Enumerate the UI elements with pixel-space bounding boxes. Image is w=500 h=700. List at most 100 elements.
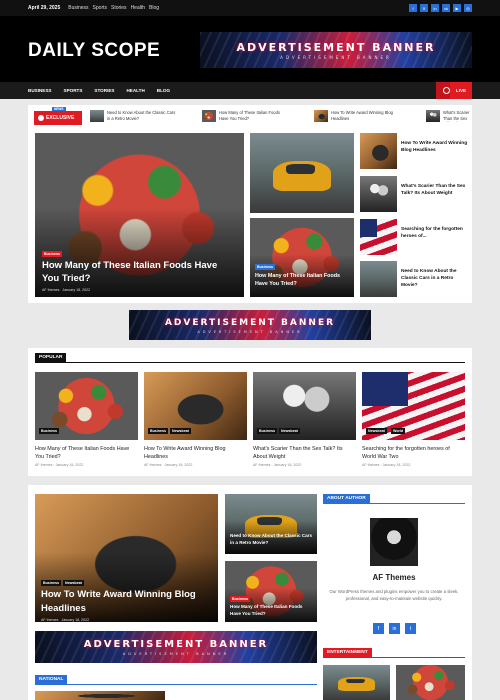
card-image[interactable]: Business Newsbeat	[253, 372, 356, 440]
side-list-item[interactable]: Need to Know About the Classic Cars in a…	[360, 261, 470, 299]
vk-icon[interactable]: vk	[442, 4, 450, 12]
author-title[interactable]: AF Themes	[323, 573, 465, 582]
ticker-thumbnail	[90, 110, 104, 122]
mid-ad-banner[interactable]: ADVERTISEMENT BANNER ADVERTISEMENT BANNE…	[129, 310, 371, 340]
nav-item-health[interactable]: HEALTH	[126, 88, 144, 93]
site-logo[interactable]: DAILY SCOPE	[28, 40, 160, 62]
post-date: January 18, 2022	[55, 463, 84, 467]
entertainment-card[interactable]	[396, 665, 465, 700]
header-ad-banner[interactable]: ADVERTISEMENT BANNER ADVERTISEMENT BANNE…	[200, 32, 472, 68]
facebook-icon[interactable]: f	[409, 4, 417, 12]
category-tag[interactable]: Business	[230, 596, 250, 602]
ticker-item-title: How To Write Award Winning Blog Headline…	[331, 110, 393, 121]
section-heading: ABOUT AUTHOR	[323, 494, 465, 504]
popular-card[interactable]: Newsbeat World Searching for the forgott…	[362, 372, 465, 467]
card-title[interactable]: How To Write Award Winning Blog Headline…	[144, 446, 247, 461]
popular-card[interactable]: Business Newsbeat How To Write Award Win…	[144, 372, 247, 467]
ticker-item[interactable]: How To Write Award Winning Blog Headline…	[314, 110, 401, 122]
lower-section: Business Newsbeat How To Write Award Win…	[28, 485, 472, 700]
top-link-business[interactable]: Business	[68, 5, 88, 11]
section-heading: ENTERTAINMENT	[323, 648, 465, 658]
featured-main-title[interactable]: How Many of These Italian Foods Have You…	[42, 259, 232, 285]
lower-right-title[interactable]: Need to Know About the Classic Cars in a…	[230, 532, 314, 546]
ticker-item[interactable]: How Many of These Italian Foods Have You…	[202, 110, 289, 122]
side-list-item[interactable]: Searching for the forgotten heroes of...	[360, 219, 470, 257]
popular-card[interactable]: Business How Many of These Italian Foods…	[35, 372, 138, 467]
top-link-blog[interactable]: Blog	[149, 5, 159, 11]
card-image[interactable]: Newsbeat World	[362, 372, 465, 440]
entertainment-card[interactable]	[323, 665, 390, 700]
instagram-icon[interactable]: ◎	[464, 4, 472, 12]
nav-item-sports[interactable]: SPORTS	[64, 88, 83, 93]
post-meta: AF themes January 18, 2022	[42, 288, 90, 292]
ticker-item[interactable]: Need to Know About the Classic Cars in a…	[90, 110, 177, 122]
ticker-thumbnail	[314, 110, 328, 122]
card-image[interactable]: Business Newsbeat	[144, 372, 247, 440]
live-button[interactable]: LIVE	[450, 82, 472, 99]
post-date: January 18, 2022	[62, 288, 91, 292]
card-image[interactable]: Business	[35, 372, 138, 440]
post-date: January 18, 2022	[61, 618, 90, 622]
featured-small-title[interactable]: How Many of These Italian Foods Have You…	[255, 272, 349, 288]
lower-right-card[interactable]: Need to Know About the Classic Cars in a…	[225, 494, 317, 554]
news-ticker: EXCLUSIVE NEWS Need to Know About the Cl…	[28, 105, 472, 131]
ticker-thumbnail	[202, 110, 216, 122]
youtube-icon[interactable]: ▶	[453, 4, 461, 12]
side-thumbnail	[360, 133, 397, 169]
category-tag[interactable]: Business	[42, 251, 62, 257]
national-thumbnail[interactable]	[35, 691, 165, 700]
featured-car-card[interactable]	[250, 133, 354, 213]
lower-main-title[interactable]: How To Write Award Winning Blog Headline…	[41, 588, 213, 616]
ticker-item[interactable]: What's Scarier Than the Sex Talk? About …	[426, 110, 471, 122]
author-name[interactable]: AF themes	[144, 463, 161, 467]
lower-ad-banner[interactable]: ADVERTISEMENT BANNER ADVERTISEMENT BANNE…	[35, 631, 317, 663]
section-heading: NATIONAL	[35, 675, 317, 685]
linkedin-icon[interactable]: in	[389, 623, 400, 634]
category-tag[interactable]: Business	[148, 428, 168, 434]
author-name[interactable]: AF themes	[253, 463, 270, 467]
card-title[interactable]: Searching for the forgotten heroes of Wo…	[362, 446, 465, 461]
category-tag[interactable]: Newsbeat	[366, 428, 387, 434]
featured-small-card[interactable]: Business How Many of These Italian Foods…	[250, 218, 354, 297]
card-title[interactable]: How Many of These Italian Foods Have You…	[35, 446, 138, 461]
popular-card[interactable]: Business Newsbeat What's Scarier Than th…	[253, 372, 356, 467]
x-icon[interactable]: ✕	[420, 4, 428, 12]
author-name[interactable]: AF themes	[41, 618, 58, 622]
category-tag[interactable]: Business	[39, 428, 59, 434]
category-tag[interactable]: Business	[257, 428, 277, 434]
author-name[interactable]: AF themes	[35, 463, 52, 467]
twitter-icon[interactable]: t	[405, 623, 416, 634]
category-tag[interactable]: Newsbeat	[170, 428, 191, 434]
category-tag[interactable]: Newsbeat	[279, 428, 300, 434]
section-title: ABOUT AUTHOR	[323, 494, 370, 503]
nav-item-business[interactable]: BUSINESS	[28, 88, 52, 93]
top-link-health[interactable]: Health	[131, 5, 145, 11]
ticker-item-title: Need to Know About the Classic Cars in a…	[107, 110, 176, 121]
side-item-title: Searching for the forgotten heroes of...	[401, 227, 463, 239]
lower-main-card[interactable]: Business Newsbeat How To Write Award Win…	[35, 494, 218, 622]
side-list-item[interactable]: How To Write Award Winning Blog Headline…	[360, 133, 470, 171]
post-meta: AF themes January 18, 2022	[41, 618, 89, 622]
facebook-icon[interactable]: f	[373, 623, 384, 634]
category-tag[interactable]: Business	[255, 264, 275, 270]
banner-title: ADVERTISEMENT BANNER	[83, 639, 269, 650]
nav-item-blog[interactable]: BLOG	[157, 88, 170, 93]
banner-title: ADVERTISEMENT BANNER	[164, 318, 336, 328]
nav-item-stories[interactable]: STORIES	[94, 88, 114, 93]
banner-subtitle: ADVERTISEMENT BANNER	[197, 330, 303, 334]
category-tag[interactable]: Newsbeat	[63, 580, 84, 586]
category-tag[interactable]: Business	[41, 580, 61, 586]
author-name[interactable]: AF themes	[362, 463, 379, 467]
top-link-sports[interactable]: Sports	[93, 5, 107, 11]
section-title: NATIONAL	[35, 675, 68, 684]
category-tag[interactable]: World	[391, 428, 406, 434]
lower-right-card[interactable]: Business How Many of These Italian Foods…	[225, 561, 317, 622]
card-title[interactable]: What's Scarier Than the Sex Talk? Its Ab…	[253, 446, 356, 461]
side-list-item[interactable]: What's Scarier Than the Sex Talk? Its Ab…	[360, 176, 470, 214]
featured-main-card[interactable]: Business How Many of These Italian Foods…	[35, 133, 244, 297]
section-title: POPULAR	[35, 353, 67, 362]
author-name[interactable]: AF themes	[42, 288, 59, 292]
linkedin-icon[interactable]: in	[431, 4, 439, 12]
lower-right-title[interactable]: How Many of These Italian Foods Have You…	[230, 603, 314, 617]
top-link-stories[interactable]: Stories	[111, 5, 127, 11]
